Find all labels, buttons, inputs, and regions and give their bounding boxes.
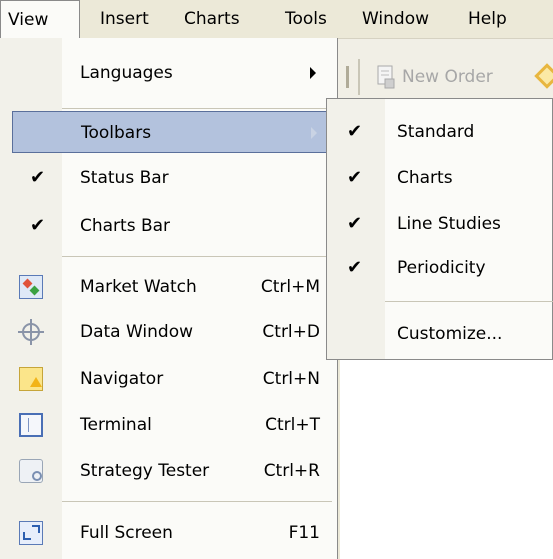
submenu-arrow-icon	[311, 127, 317, 139]
menu-item-market-watch[interactable]: Market Watch Ctrl+M	[0, 266, 336, 308]
menu-window[interactable]: Window	[362, 0, 429, 38]
submenu-item-label: Customize...	[397, 324, 503, 344]
shortcut-label: Ctrl+T	[265, 415, 320, 435]
menu-item-label: Charts Bar	[80, 216, 171, 236]
terminal-window-icon	[19, 413, 43, 437]
menu-separator	[385, 301, 553, 302]
menu-item-label: Toolbars	[81, 123, 152, 143]
new-order-button[interactable]: New Order	[376, 63, 493, 91]
submenu-item-label: Line Studies	[397, 214, 501, 234]
menu-separator	[62, 256, 332, 257]
shortcut-label: Ctrl+M	[260, 277, 320, 297]
menu-item-label: Languages	[80, 63, 173, 83]
menu-insert[interactable]: Insert	[100, 0, 149, 38]
menu-tools[interactable]: Tools	[285, 0, 327, 38]
shortcut-label: Ctrl+N	[262, 369, 320, 389]
new-order-icon	[376, 65, 396, 89]
menu-item-label: Full Screen	[80, 523, 173, 543]
shortcut-label: Ctrl+R	[263, 461, 320, 481]
menu-item-label: Market Watch	[80, 277, 197, 297]
menu-separator	[62, 501, 332, 502]
shortcut-label: F11	[288, 523, 320, 543]
menu-item-charts-bar[interactable]: ✔ Charts Bar	[0, 205, 336, 247]
submenu-item-charts[interactable]: ✔ Charts	[327, 155, 552, 201]
toolbars-submenu: ✔ Standard ✔ Charts ✔ Line Studies ✔ Per…	[326, 98, 553, 360]
check-icon: ✔	[347, 213, 363, 234]
market-watch-icon	[19, 275, 43, 299]
menu-item-navigator[interactable]: Navigator Ctrl+N	[0, 358, 336, 400]
check-icon: ✔	[347, 257, 363, 278]
full-screen-icon	[19, 521, 43, 545]
submenu-item-label: Charts	[397, 168, 453, 188]
toolbar-separator	[358, 59, 360, 95]
menu-item-label: Data Window	[80, 322, 194, 342]
menu-charts[interactable]: Charts	[184, 0, 240, 38]
submenu-item-periodicity[interactable]: ✔ Periodicity	[327, 245, 552, 291]
menu-item-data-window[interactable]: Data Window Ctrl+D	[0, 311, 336, 353]
crosshair-icon	[18, 319, 44, 345]
menu-item-terminal[interactable]: Terminal Ctrl+T	[0, 404, 336, 446]
submenu-item-label: Standard	[397, 122, 475, 142]
menu-help[interactable]: Help	[468, 0, 507, 38]
menu-item-strategy-tester[interactable]: Strategy Tester Ctrl+R	[0, 450, 336, 492]
menu-separator	[62, 108, 332, 109]
menu-bar: View Insert Charts Tools Window Help	[0, 0, 553, 40]
menu-item-label: Navigator	[80, 369, 164, 389]
check-icon: ✔	[30, 215, 46, 236]
menu-item-toolbars[interactable]: Toolbars	[12, 111, 334, 153]
menu-item-label: Terminal	[80, 415, 152, 435]
menu-item-full-screen[interactable]: Full Screen F11	[0, 512, 336, 554]
menu-item-status-bar[interactable]: ✔ Status Bar	[0, 157, 336, 199]
check-icon: ✔	[347, 167, 363, 188]
new-order-label: New Order	[402, 67, 493, 87]
submenu-item-label: Periodicity	[397, 258, 486, 278]
menu-item-label: Status Bar	[80, 168, 169, 188]
submenu-item-standard[interactable]: ✔ Standard	[327, 109, 552, 155]
shortcut-label: Ctrl+D	[262, 322, 320, 342]
menu-view[interactable]: View	[0, 0, 80, 40]
submenu-item-customize[interactable]: Customize...	[327, 311, 552, 357]
navigator-folder-icon	[19, 367, 43, 391]
check-icon: ✔	[347, 121, 363, 142]
menu-item-label: Strategy Tester	[80, 461, 210, 481]
autotrading-icon[interactable]	[534, 63, 553, 89]
check-icon: ✔	[30, 167, 46, 188]
view-menu-dropdown: Languages Toolbars ✔ Status Bar ✔ Charts…	[0, 38, 338, 559]
strategy-tester-icon	[19, 459, 43, 483]
menu-item-languages[interactable]: Languages	[0, 52, 336, 94]
submenu-arrow-icon	[310, 67, 316, 79]
workspace-area	[340, 360, 553, 559]
submenu-item-line-studies[interactable]: ✔ Line Studies	[327, 201, 552, 247]
